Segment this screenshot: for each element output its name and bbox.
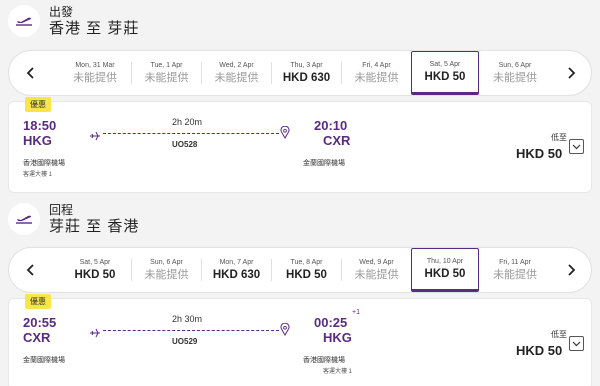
outbound-date-5[interactable]: Sat, 5 Apr HKD 50 (411, 51, 479, 95)
departure-airport: 金蘭國際機場 (23, 357, 65, 364)
arrival-code: CXR (323, 133, 351, 148)
arrival-terminal: 客運大樓 1 (323, 369, 353, 375)
outbound-date-0[interactable]: Mon, 31 Mar 未能提供 (59, 51, 131, 95)
departure-time: 18:50 (23, 118, 57, 133)
outbound-date-1[interactable]: Tue, 1 Apr 未能提供 (132, 51, 201, 95)
flight-number: UO528 (172, 140, 198, 149)
outbound-route: 香港 至 芽莊 (49, 19, 140, 37)
day-offset: +1 (352, 309, 360, 316)
departure-airport: 香港國際機場 (23, 160, 65, 167)
outbound-date-2[interactable]: Wed, 2 Apr 未能提供 (202, 51, 271, 95)
departure-code: CXR (23, 330, 51, 345)
inbound-route: 芽莊 至 香港 (49, 217, 140, 235)
plane-icon (89, 325, 101, 343)
inbound-date-4[interactable]: Wed, 9 Apr 未能提供 (342, 248, 411, 292)
departure-terminal: 客運大樓 1 (23, 172, 53, 178)
outbound-flight-card[interactable]: 優惠 18:50 HKG 香港國際機場 客運大樓 1 2h 20m UO528 … (8, 97, 592, 193)
deal-badge: 優惠 (25, 294, 51, 309)
outbound-date-bar: Mon, 31 Mar 未能提供 Tue, 1 Apr 未能提供 Wed, 2 Ap… (8, 50, 592, 96)
outbound-date-4[interactable]: Fri, 4 Apr 未能提供 (342, 51, 411, 95)
inbound-date-6[interactable]: Fri, 11 Apr 未能提供 (480, 248, 550, 292)
plane-takeoff-icon (8, 203, 40, 235)
plane-icon (89, 128, 101, 146)
chevron-down-icon[interactable] (569, 336, 584, 351)
chevron-left-icon[interactable] (11, 51, 51, 95)
location-pin-icon (280, 322, 290, 341)
outbound-label: 出發 (49, 4, 74, 19)
outbound-date-3[interactable]: Thu, 3 Apr HKD 630 (272, 51, 341, 95)
plane-takeoff-icon (8, 5, 40, 37)
arrival-airport: 金蘭國際機場 (303, 160, 345, 167)
outbound-header: 出發 香港 至 芽莊 (8, 3, 139, 39)
arrival-time: 00:25 (314, 315, 348, 330)
price-from-label: 低至 (551, 330, 567, 339)
flight-duration: 2h 20m (172, 117, 203, 127)
arrival-time: 20:10 (314, 118, 348, 133)
chevron-right-icon[interactable] (551, 248, 591, 292)
inbound-flight-card[interactable]: 優惠 20:55 CXR 金蘭國際機場 2h 30m UO529 00:25 +… (8, 294, 592, 386)
flight-duration: 2h 30m (172, 314, 203, 324)
chevron-left-icon[interactable] (11, 248, 51, 292)
inbound-label: 回程 (49, 202, 74, 217)
flight-number: UO529 (172, 337, 198, 346)
flight-price: HKD 50 (516, 146, 563, 161)
departure-time: 20:55 (23, 315, 57, 330)
flight-price: HKD 50 (516, 343, 563, 358)
inbound-date-0[interactable]: Sat, 5 Apr HKD 50 (59, 248, 131, 292)
location-pin-icon (280, 125, 290, 144)
outbound-date-6[interactable]: Sun, 6 Apr 未能提供 (480, 51, 550, 95)
inbound-date-bar: Sat, 5 Apr HKD 50 Sun, 6 Apr 未能提供 Mon, 7 A… (8, 247, 592, 293)
inbound-header: 回程 芽莊 至 香港 (8, 201, 139, 237)
deal-badge: 優惠 (25, 97, 51, 112)
chevron-right-icon[interactable] (551, 51, 591, 95)
inbound-date-1[interactable]: Sun, 6 Apr 未能提供 (132, 248, 201, 292)
departure-code: HKG (23, 133, 52, 148)
inbound-date-3[interactable]: Tue, 8 Apr HKD 50 (272, 248, 341, 292)
price-from-label: 低至 (551, 133, 567, 142)
inbound-date-2[interactable]: Mon, 7 Apr HKD 630 (202, 248, 271, 292)
arrival-airport: 香港國際機場 (303, 357, 345, 364)
chevron-down-icon[interactable] (569, 139, 584, 154)
arrival-code: HKG (323, 330, 352, 345)
inbound-date-5[interactable]: Thu, 10 Apr HKD 50 (411, 248, 479, 292)
